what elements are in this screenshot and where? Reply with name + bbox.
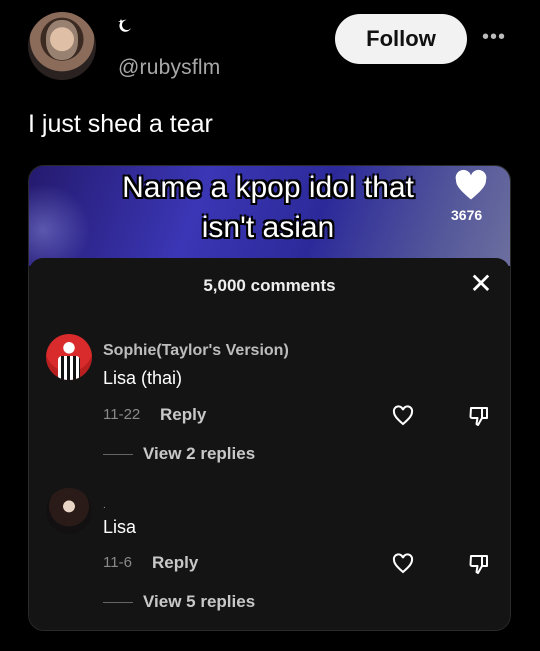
overlay-line-1: Name a kpop idol that (122, 171, 414, 204)
video-overlay-text: Name a kpop idol that isn't asian (83, 168, 453, 248)
commenter-name[interactable]: . (103, 500, 106, 511)
comment-text: Lisa (thai) (103, 368, 183, 388)
comments-count: 5,000 comments (203, 276, 336, 295)
close-icon[interactable]: ✕ (467, 270, 495, 298)
like-count: 3676 (451, 207, 483, 223)
comment-heart-icon[interactable] (391, 552, 415, 576)
commenter-avatar[interactable] (46, 488, 92, 534)
view-replies-label[interactable]: View 2 replies (143, 444, 255, 464)
comment-date: 11-22 (103, 406, 141, 423)
author-handle[interactable]: @rubysflm (118, 56, 220, 80)
replies-divider (103, 454, 133, 455)
moon-star-icon-graphic (118, 19, 131, 32)
post-media[interactable]: Name a kpop idol that isn't asian 3676 5… (28, 165, 511, 631)
overlay-line-2: isn't asian (201, 211, 335, 244)
commenter-avatar[interactable] (46, 334, 92, 380)
comment-date: 11-6 (103, 554, 132, 571)
follow-button[interactable]: Follow (335, 14, 467, 64)
post-header: @rubysflm Follow ••• (28, 12, 512, 82)
comments-panel: 5,000 comments ✕ Sophie(Taylor's Version… (29, 258, 510, 630)
comment-heart-icon[interactable] (391, 404, 415, 428)
dislike-icon[interactable] (467, 404, 491, 428)
comment-text: Lisa (103, 517, 137, 537)
post-caption: I just shed a tear (28, 110, 213, 138)
reply-button[interactable]: Reply (160, 405, 206, 425)
reply-button[interactable]: Reply (152, 553, 198, 573)
replies-divider (103, 602, 133, 603)
dislike-icon[interactable] (467, 552, 491, 576)
view-replies-label[interactable]: View 5 replies (143, 592, 255, 612)
moon-star-icon (117, 18, 133, 38)
commenter-name[interactable]: Sophie(Taylor's Version) (103, 342, 289, 360)
heart-icon[interactable] (453, 168, 489, 204)
author-avatar[interactable] (28, 12, 96, 80)
more-options-icon[interactable]: ••• (482, 26, 506, 49)
